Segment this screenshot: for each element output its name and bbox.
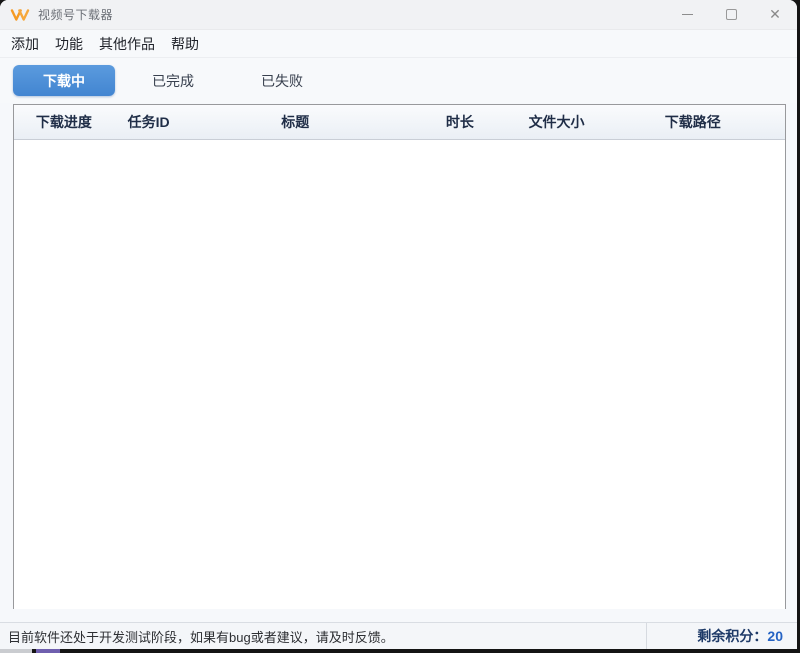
close-button[interactable]: ✕ xyxy=(753,0,797,30)
title-bar: 视频号下载器 ✕ xyxy=(0,0,797,30)
downloads-table: 下载进度 任务ID 标题 时长 文件大小 下载路径 xyxy=(13,104,786,609)
maximize-icon xyxy=(726,9,737,20)
desktop-fragment xyxy=(0,649,32,653)
credits-value: 20 xyxy=(767,628,783,644)
window-title: 视频号下载器 xyxy=(38,6,113,23)
column-header-download-path: 下载路径 xyxy=(600,105,785,139)
tab-failed[interactable]: 已失败 xyxy=(231,65,333,96)
menu-item-help[interactable]: 帮助 xyxy=(165,32,205,56)
menu-bar: 添加 功能 其他作品 帮助 xyxy=(0,30,797,57)
menu-item-other-works[interactable]: 其他作品 xyxy=(93,32,161,56)
column-header-progress: 下载进度 xyxy=(14,105,114,139)
tab-completed[interactable]: 已完成 xyxy=(122,65,224,96)
status-message: 目前软件还处于开发测试阶段，如果有bug或者建议，请及时反馈。 xyxy=(0,627,646,646)
table-body-empty xyxy=(14,140,785,609)
table-header-row: 下载进度 任务ID 标题 时长 文件大小 下载路径 xyxy=(14,105,785,140)
column-header-title: 标题 xyxy=(184,105,407,139)
desktop-fragment xyxy=(36,649,60,653)
menu-item-add[interactable]: 添加 xyxy=(5,32,45,56)
close-icon: ✕ xyxy=(769,6,781,23)
app-logo-icon xyxy=(10,7,30,23)
column-header-duration: 时长 xyxy=(407,105,513,139)
credits-label: 剩余积分： xyxy=(697,628,767,644)
maximize-button[interactable] xyxy=(709,0,753,30)
column-header-task-id: 任务ID xyxy=(114,105,184,139)
menu-item-features[interactable]: 功能 xyxy=(49,32,89,56)
minimize-button[interactable] xyxy=(665,0,709,30)
desktop-sliver xyxy=(0,649,800,653)
tab-downloading[interactable]: 下载中 xyxy=(13,65,115,96)
status-bar: 目前软件还处于开发测试阶段，如果有bug或者建议，请及时反馈。 剩余积分：20 xyxy=(0,622,797,649)
minimize-icon xyxy=(682,14,693,15)
credits-remaining: 剩余积分：20 xyxy=(647,626,797,646)
window-controls: ✕ xyxy=(665,0,797,30)
app-window: 视频号下载器 ✕ 添加 功能 其他作品 帮助 下载中 已完成 已失败 下载进度 … xyxy=(0,0,797,649)
tab-bar: 下载中 已完成 已失败 xyxy=(0,57,797,103)
column-header-filesize: 文件大小 xyxy=(513,105,601,139)
